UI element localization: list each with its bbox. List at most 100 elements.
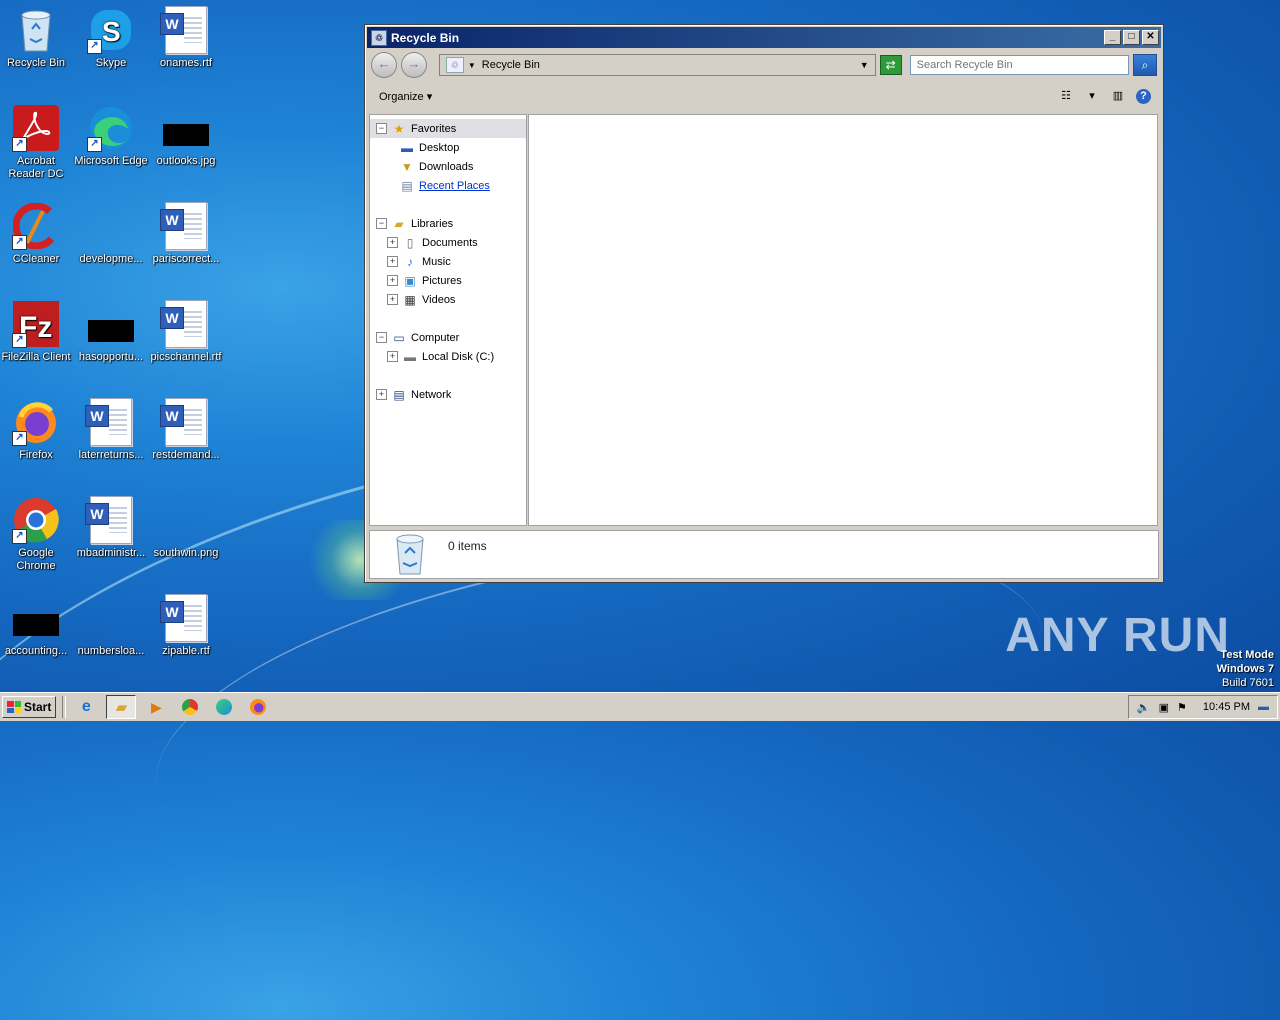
show-desktop-icon[interactable]: ▬	[1258, 701, 1269, 713]
clock[interactable]: 10:45 PM	[1203, 701, 1250, 713]
desktop-icon-label: Acrobat Reader DC	[8, 155, 64, 180]
close-button[interactable]: ✕	[1142, 30, 1159, 45]
desktop-icon-ccleaner[interactable]: ↗ CCleaner	[0, 202, 74, 266]
recycle-bin-icon: ♲	[445, 57, 464, 73]
view-options-icon[interactable]: ☷	[1058, 89, 1074, 103]
action-center-flag-icon[interactable]: ⚑	[1177, 701, 1187, 714]
taskbar-explorer[interactable]: ▰	[106, 695, 137, 719]
search-icon[interactable]: ⌕	[1133, 54, 1157, 76]
nav-item-local-disk[interactable]: + ▬ Local Disk (C:)	[370, 347, 526, 366]
refresh-button[interactable]: ⇄	[879, 55, 902, 75]
desktop-icon-picschannel[interactable]: W picschannel.rtf	[148, 300, 224, 364]
desktop-icon-pariscorrect[interactable]: W pariscorrect...	[148, 202, 224, 266]
desktop-icon-outlooks[interactable]: outlooks.jpg	[148, 104, 224, 168]
desktop-icon-label: mbadministr...	[76, 547, 146, 559]
preview-pane-icon[interactable]: ▥	[1110, 89, 1126, 103]
desktop-icon-label: outlooks.jpg	[156, 155, 216, 167]
desktop-icon-label: zipable.rtf	[162, 645, 210, 657]
address-dropdown-icon[interactable]: ▼	[860, 60, 869, 70]
breadcrumb-arrow-icon[interactable]: ▼	[468, 61, 476, 70]
star-icon: ★	[393, 121, 405, 136]
desktop-icon-zipable[interactable]: W zipable.rtf	[148, 594, 224, 658]
taskbar-chrome[interactable]	[176, 696, 204, 718]
word-document-icon: W	[85, 398, 135, 446]
desktop-icon-numbersloa[interactable]: numbersloa...	[73, 594, 149, 658]
chevron-down-icon: ▾	[426, 90, 433, 103]
expand-icon[interactable]: +	[387, 237, 398, 248]
nav-label: Favorites	[411, 122, 457, 135]
start-button[interactable]: Start	[2, 696, 57, 718]
expand-icon[interactable]: +	[387, 351, 398, 362]
taskbar-edge[interactable]	[210, 696, 238, 718]
search-box[interactable]	[909, 55, 1130, 75]
organize-label: Organize	[379, 90, 424, 103]
media-player-icon: ▶	[150, 698, 162, 715]
desktop-icon-hasopportu[interactable]: hasopportu...	[73, 300, 149, 364]
shortcut-arrow-icon: ↗	[12, 235, 27, 250]
help-icon[interactable]: ?	[1136, 88, 1151, 104]
firefox-icon: ↗	[12, 398, 60, 446]
taskbar: Start e ▰ ▶ 🔈 ▣ ⚑ 10:45 PM ▬	[0, 692, 1280, 721]
search-input[interactable]	[916, 59, 1103, 71]
volume-icon[interactable]: 🔈	[1137, 701, 1151, 714]
collapse-icon[interactable]: −	[376, 332, 387, 343]
expand-icon[interactable]: +	[387, 294, 398, 305]
desktop-icon-label: numbersloa...	[77, 645, 145, 657]
address-bar[interactable]: ♲ ▼ Recycle Bin ▼	[438, 54, 876, 76]
desktop-icon-laterreturns[interactable]: W laterreturns...	[73, 398, 149, 462]
windows-logo-icon	[7, 701, 21, 713]
desktop-icon-restdemand[interactable]: W restdemand...	[148, 398, 224, 462]
nav-label: Libraries	[411, 217, 454, 230]
desktop-icon-southwin[interactable]: southwin.png	[148, 496, 224, 560]
network-tray-icon[interactable]: ▣	[1159, 701, 1169, 714]
maximize-button[interactable]: □	[1123, 30, 1140, 45]
nav-item-videos[interactable]: + ▦ Videos	[370, 290, 526, 309]
shortcut-arrow-icon: ↗	[12, 529, 27, 544]
nav-item-music[interactable]: + ♪ Music	[370, 252, 526, 271]
window-titlebar[interactable]: ♲ Recycle Bin _ □ ✕	[367, 27, 1161, 48]
expand-icon[interactable]: +	[376, 389, 387, 400]
collapse-icon[interactable]: −	[376, 123, 387, 134]
desktop-icon-filezilla[interactable]: Fz ↗ FileZilla Client	[0, 300, 74, 364]
nav-item-recent-places[interactable]: ▤ Recent Places	[370, 176, 526, 195]
taskbar-firefox[interactable]	[244, 696, 272, 718]
desktop-icon-firefox[interactable]: ↗ Firefox	[0, 398, 74, 462]
desktop-icon-recycle-bin[interactable]: Recycle Bin	[0, 6, 74, 70]
nav-item-desktop[interactable]: ▬ Desktop	[370, 138, 526, 157]
nav-item-downloads[interactable]: ▼ Downloads	[370, 157, 526, 176]
skype-icon: S ↗	[87, 6, 135, 54]
desktop-icon-mbadministr[interactable]: W mbadministr...	[73, 496, 149, 560]
expand-icon[interactable]: +	[387, 275, 398, 286]
nav-item-libraries[interactable]: − ▰ Libraries	[370, 214, 526, 233]
chevron-down-icon[interactable]: ▾	[1084, 89, 1100, 103]
forward-button[interactable]: →	[400, 52, 427, 78]
back-button[interactable]: ←	[371, 52, 397, 78]
navigation-bar: ← → ♲ ▼ Recycle Bin ▼ ⇄ ⌕	[365, 50, 1163, 80]
nav-item-documents[interactable]: + ▯ Documents	[370, 233, 526, 252]
nav-label: Videos	[422, 293, 456, 306]
desktop-icon-chrome[interactable]: ↗ Google Chrome	[0, 496, 74, 573]
nav-item-computer[interactable]: − ▭ Computer	[370, 328, 526, 347]
collapse-icon[interactable]: −	[376, 218, 387, 229]
recycle-bin-icon: ♲	[371, 29, 387, 46]
desktop-icon-skype[interactable]: S ↗ Skype	[73, 6, 149, 70]
minimize-button[interactable]: _	[1104, 30, 1121, 45]
organize-button[interactable]: Organize ▾	[371, 87, 440, 106]
desktop-icon-label: picschannel.rtf	[150, 351, 222, 363]
test-mode-notice: Test Mode Windows 7 Build 7601	[1217, 648, 1274, 690]
nav-item-favorites[interactable]: − ★ Favorites	[370, 119, 526, 138]
taskbar-media-player[interactable]: ▶	[142, 696, 170, 718]
details-pane: 0 items	[369, 530, 1159, 579]
desktop-icon-edge[interactable]: ↗ Microsoft Edge	[73, 104, 149, 168]
desktop-icon-onames[interactable]: W onames.rtf	[148, 6, 224, 70]
desktop-icon-acrobat[interactable]: ↗ Acrobat Reader DC	[0, 104, 74, 181]
taskbar-internet-explorer[interactable]: e	[72, 696, 100, 718]
windows-version-line: Windows 7	[1216, 663, 1274, 675]
desktop-icon-accounting[interactable]: accounting...	[0, 594, 74, 658]
desktop-icon-developme[interactable]: developme...	[73, 202, 149, 266]
nav-item-pictures[interactable]: + ▣ Pictures	[370, 271, 526, 290]
expand-icon[interactable]: +	[387, 256, 398, 267]
navigation-pane[interactable]: − ★ Favorites ▬ Desktop ▼ Downloads ▤ Re…	[369, 114, 527, 526]
nav-item-network[interactable]: + ▤ Network	[370, 385, 526, 404]
file-list-area[interactable]	[528, 114, 1158, 526]
